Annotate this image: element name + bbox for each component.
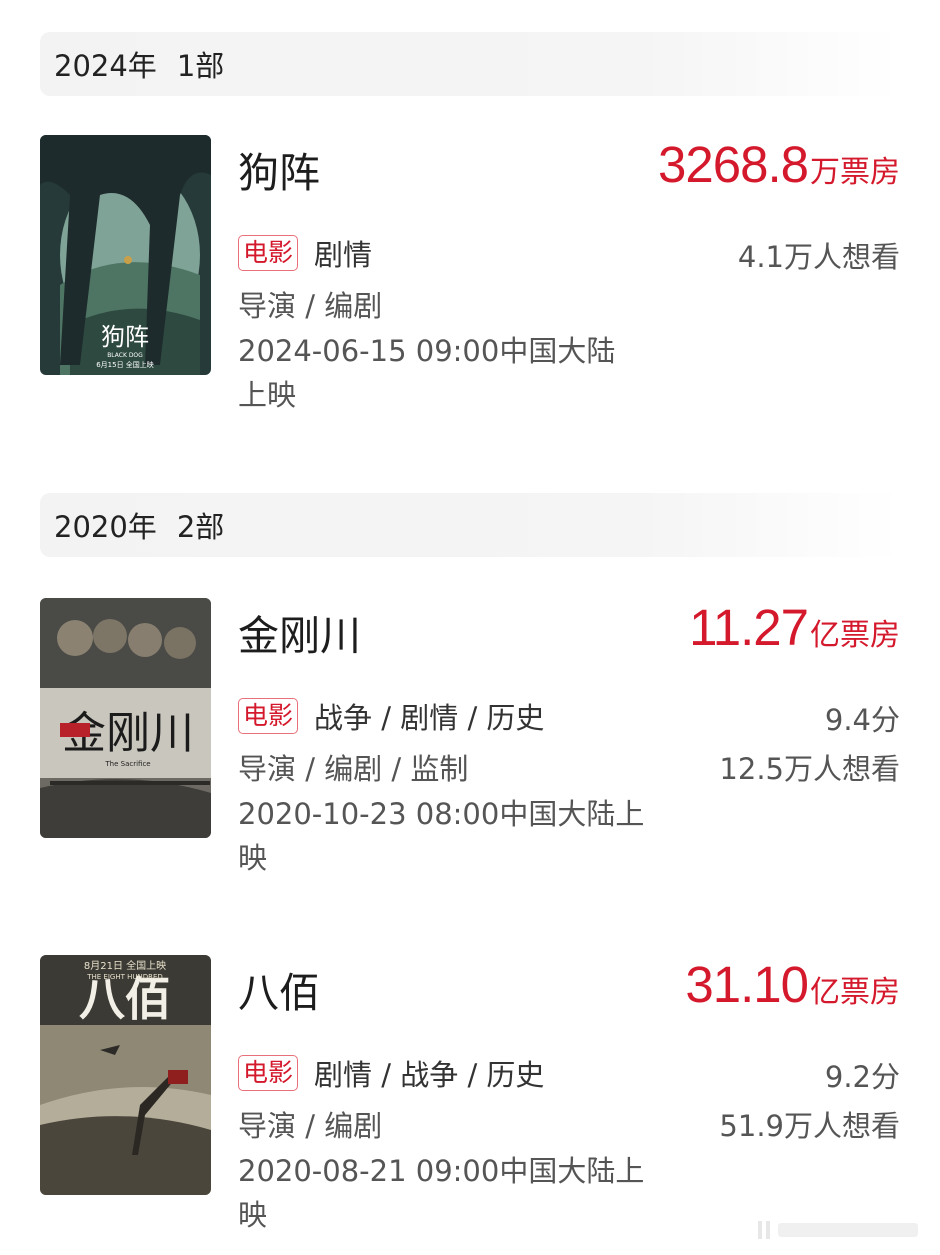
section-header-2020: 2020年 2部 (40, 493, 900, 557)
movie-card-goupian[interactable]: 狗阵 BLACK DOG 6月15日 全国上映 狗阵 3268.8 万票房 电影… (40, 135, 900, 412)
release-line-2: 映 (238, 1198, 268, 1232)
box-office-unit: 万票房 (810, 155, 900, 190)
poster-date: 8月21日 全国上映 (84, 959, 166, 972)
genres: 剧情 / 战争 / 历史 (314, 1058, 545, 1092)
release-line-1: 2020-08-21 09:00中国大陆上 (238, 1154, 645, 1188)
box-office: 31.10 亿票房 (685, 955, 900, 1014)
poster-subtitle: BLACK DOG (107, 352, 143, 359)
movie-card-jingangchuan[interactable]: 金刚川 The Sacrifice 金刚川 11.27 亿票房 电影 战争 / … (40, 598, 900, 875)
genre-line: 电影 剧情 (238, 232, 372, 274)
movie-poster[interactable]: 狗阵 BLACK DOG 6月15日 全国上映 (40, 135, 211, 375)
release-line-1: 2024-06-15 09:00中国大陆 (238, 334, 616, 368)
box-office: 3268.8 万票房 (658, 135, 900, 194)
box-office-unit: 亿票房 (810, 618, 900, 653)
want-to-watch-count: 12.5万人想看 (719, 752, 900, 786)
roles: 导演 / 编剧 / 监制 (238, 752, 469, 786)
release-info: 2020-08-21 09:00中国大陆上 映 (238, 1149, 678, 1237)
box-office-number: 11.27 (689, 599, 809, 656)
poster-title: 狗阵 (101, 323, 149, 351)
movie-title[interactable]: 八佰 (238, 959, 320, 1019)
movie-poster[interactable]: 金刚川 The Sacrifice (40, 598, 211, 838)
want-to-watch-count: 4.1万人想看 (737, 240, 900, 274)
movie-poster[interactable]: 8月21日 全国上映 八佰 THE EIGHT HUNDRED (40, 955, 211, 1195)
section-header-2024: 2024年 1部 (40, 32, 900, 96)
box-office: 11.27 亿票房 (689, 598, 900, 657)
roles: 导演 / 编剧 (238, 1109, 383, 1143)
release-info: 2024-06-15 09:00中国大陆 上映 (238, 329, 678, 417)
release-line-2: 上映 (238, 378, 297, 412)
section-count: 2部 (176, 510, 225, 544)
movie-type-badge: 电影 (238, 1055, 299, 1091)
rating-score: 9.2分 (824, 1060, 900, 1094)
box-office-number: 31.10 (685, 956, 809, 1013)
genres: 剧情 (314, 238, 373, 272)
section-count: 1部 (176, 49, 225, 83)
rating-score: 9.4分 (824, 703, 900, 737)
movie-card-babai[interactable]: 8月21日 全国上映 八佰 THE EIGHT HUNDRED 八佰 31.10… (40, 955, 900, 1232)
roles: 导演 / 编剧 (238, 289, 383, 323)
watermark (758, 1215, 928, 1243)
genre-line: 电影 战争 / 剧情 / 历史 (238, 695, 544, 737)
section-year: 2024年 (54, 49, 157, 83)
movie-title[interactable]: 金刚川 (238, 602, 361, 662)
release-info: 2020-10-23 08:00中国大陆上 映 (238, 792, 678, 880)
release-line-1: 2020-10-23 08:00中国大陆上 (238, 797, 645, 831)
movie-title[interactable]: 狗阵 (238, 139, 320, 199)
box-office-unit: 亿票房 (810, 975, 900, 1010)
movie-type-badge: 电影 (238, 698, 299, 734)
section-year: 2020年 (54, 510, 157, 544)
poster-date: 6月15日 全国上映 (96, 360, 154, 369)
movie-type-badge: 电影 (238, 235, 299, 271)
box-office-number: 3268.8 (658, 136, 809, 193)
poster-subtitle: THE EIGHT HUNDRED (86, 973, 163, 981)
genres: 战争 / 剧情 / 历史 (314, 701, 545, 735)
want-to-watch-count: 51.9万人想看 (719, 1109, 900, 1143)
poster-subtitle: The Sacrifice (104, 760, 150, 768)
release-line-2: 映 (238, 841, 268, 875)
genre-line: 电影 剧情 / 战争 / 历史 (238, 1052, 544, 1094)
